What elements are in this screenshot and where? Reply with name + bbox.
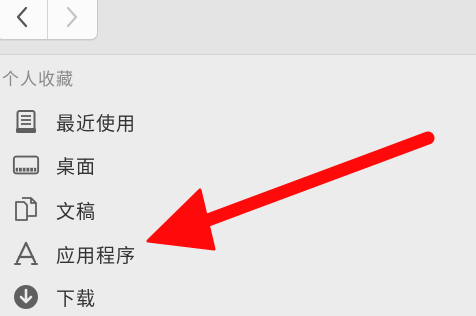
sidebar-item-downloads[interactable]: 下载: [12, 279, 96, 315]
navigation-button-group: [0, 0, 98, 40]
chevron-right-icon: [65, 6, 79, 28]
sidebar-item-label: 文稿: [56, 200, 97, 223]
toolbar: [0, 0, 476, 55]
sidebar-item-applications[interactable]: 应用程序: [12, 236, 136, 272]
sidebar-item-label: 应用程序: [56, 244, 137, 267]
desktop-icon: [12, 151, 40, 179]
chevron-left-icon: [15, 6, 29, 28]
downloads-icon: [12, 283, 40, 311]
sidebar-item-desktop[interactable]: 桌面: [12, 147, 96, 183]
sidebar-item-label: 最近使用: [56, 112, 137, 135]
documents-icon: [12, 196, 40, 224]
sidebar-item-documents[interactable]: 文稿: [12, 192, 96, 228]
sidebar-item-label: 下载: [56, 287, 97, 310]
back-button[interactable]: [0, 0, 47, 39]
sidebar-item-recents[interactable]: 最近使用: [12, 104, 136, 140]
finder-sidebar: 个人收藏 最近使用 桌面 文稿 应用程序 下载: [0, 55, 476, 316]
recents-icon: [12, 108, 40, 136]
sidebar-item-label: 桌面: [56, 155, 97, 178]
favorites-section-title: 个人收藏: [2, 70, 74, 90]
applications-icon: [12, 240, 40, 268]
forward-button[interactable]: [46, 0, 98, 39]
